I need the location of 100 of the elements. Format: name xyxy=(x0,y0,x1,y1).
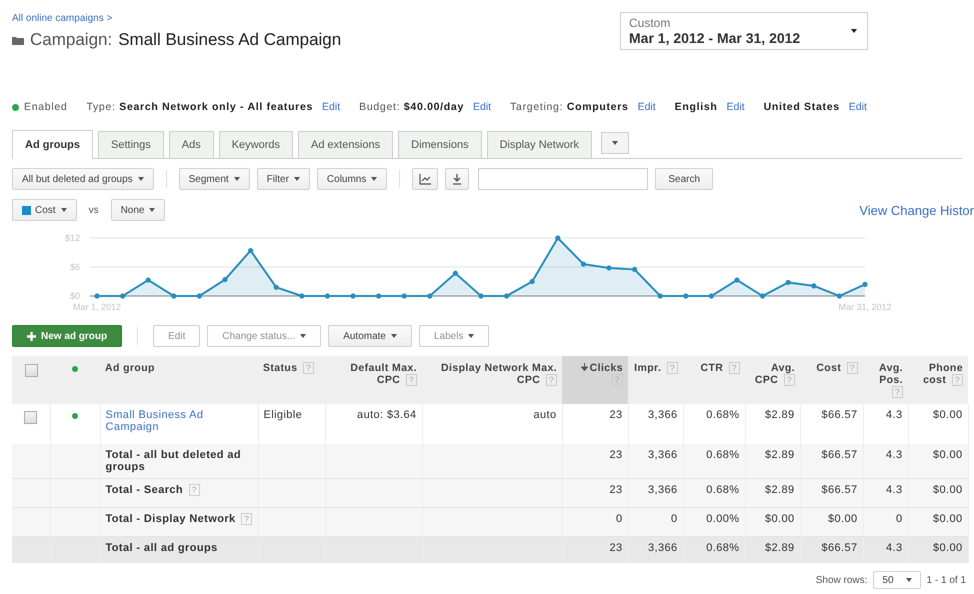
chart-point xyxy=(248,248,254,254)
breadcrumb-link[interactable]: All online campaigns > xyxy=(12,13,112,24)
chart-point xyxy=(632,266,638,272)
caret-icon xyxy=(906,578,912,582)
chart-point xyxy=(427,293,432,299)
table-cell: $66.57 xyxy=(800,478,863,508)
chart-point xyxy=(222,276,228,282)
metric-label: Cost xyxy=(35,204,56,216)
x-axis-label: Mar 31, 2012 xyxy=(838,302,892,312)
caret-icon xyxy=(851,29,857,33)
edit-link[interactable]: Edit xyxy=(638,101,656,113)
column-header[interactable]: Clicks ? xyxy=(562,356,628,404)
setting-text: English xyxy=(674,101,718,113)
table-cell: $0.00 xyxy=(800,508,863,536)
chart-toggle-button[interactable] xyxy=(412,168,438,190)
caret-icon xyxy=(612,141,618,145)
column-header[interactable]: Display Network Max. CPC ? xyxy=(422,356,562,404)
action-dropdown[interactable]: Automate xyxy=(328,325,412,347)
table-cell: 4.3 xyxy=(863,478,908,508)
filter-dropdown[interactable]: Filter xyxy=(256,168,310,190)
tab[interactable]: Ads xyxy=(168,131,214,158)
total-label: Total - all but deleted ad groups xyxy=(100,444,258,478)
caret-icon xyxy=(391,334,397,338)
filter-dropdown[interactable]: Segment xyxy=(178,168,250,190)
chart-point xyxy=(94,293,100,299)
download-button[interactable] xyxy=(445,168,470,190)
caret-icon xyxy=(149,208,156,212)
edit-link[interactable]: Edit xyxy=(322,101,340,113)
vs-label: vs xyxy=(88,204,99,216)
column-header[interactable]: Avg. Pos. ? xyxy=(863,356,908,404)
chart-point xyxy=(120,293,126,299)
tab[interactable]: Ad groups xyxy=(12,130,93,159)
column-header[interactable]: Ad group xyxy=(100,356,258,404)
chart-point xyxy=(196,293,202,299)
date-range-dropdown[interactable]: Custom Mar 1, 2012 - Mar 31, 2012 xyxy=(620,12,868,50)
checkbox[interactable] xyxy=(24,364,38,377)
filter-dropdown[interactable]: All but deleted ad groups xyxy=(12,168,154,190)
table-cell: auto xyxy=(422,404,562,444)
chart-point xyxy=(402,293,407,299)
setting-text: United States xyxy=(764,101,840,113)
table-cell: 23 xyxy=(562,536,628,563)
page-size-dropdown[interactable]: 50 xyxy=(873,571,921,589)
table-cell: 0 xyxy=(562,508,628,536)
column-header[interactable]: Avg. CPC ? xyxy=(745,356,800,404)
column-header[interactable]: Impr. ? xyxy=(628,356,683,404)
new-ad-group-button[interactable]: New ad group xyxy=(12,325,122,347)
table-cell: $2.89 xyxy=(745,536,800,563)
caret-icon xyxy=(138,177,144,181)
table-cell: 3,366 xyxy=(628,404,683,444)
column-header[interactable]: Status ? xyxy=(258,356,325,404)
tab[interactable]: Ad extensions xyxy=(298,131,394,158)
chart-point xyxy=(580,262,586,267)
caret-icon xyxy=(468,334,474,338)
search-button[interactable]: Search xyxy=(655,168,714,190)
table-cell: 0.68% xyxy=(683,404,745,444)
compare-dropdown[interactable]: None xyxy=(110,199,166,221)
search-field[interactable] xyxy=(478,168,648,190)
chart-point xyxy=(530,278,535,284)
show-rows-label: Show rows: xyxy=(816,574,868,586)
table-cell: 23 xyxy=(562,444,628,478)
chart-point xyxy=(708,293,714,299)
table-cell: 3,366 xyxy=(628,478,683,508)
edit-link[interactable]: Edit xyxy=(726,101,745,113)
page-range: 1 - 1 of 1 xyxy=(926,574,966,586)
column-header[interactable]: Phone cost ? xyxy=(908,356,968,404)
edit-link[interactable]: Edit xyxy=(848,101,867,113)
table-cell: $66.57 xyxy=(800,404,863,444)
chart-point xyxy=(658,293,663,299)
table-cell: auto: $3.64 xyxy=(325,404,422,444)
view-change-history-link[interactable]: View Change Histor xyxy=(859,202,974,218)
column-header[interactable]: Default Max. CPC ? xyxy=(325,356,422,404)
table-cell: 23 xyxy=(562,478,628,508)
metric-dropdown[interactable]: Cost xyxy=(12,199,77,221)
table-cell: 4.3 xyxy=(863,536,908,563)
status-label: Enabled xyxy=(24,101,68,113)
x-axis-label: Mar 1, 2012 xyxy=(72,302,122,312)
chart-point xyxy=(555,235,560,241)
setting-text: Type: Search Network only - All features xyxy=(86,101,314,113)
column-header[interactable]: CTR ? xyxy=(683,356,745,404)
checkbox[interactable] xyxy=(24,411,38,424)
ad-group-link[interactable]: Small Business Ad Campaign xyxy=(106,409,252,433)
sort-arrow-icon xyxy=(580,363,588,371)
table-cell: 0.68% xyxy=(683,478,745,508)
table-cell: 0 xyxy=(628,508,683,536)
download-icon xyxy=(452,174,462,184)
tab[interactable]: Settings xyxy=(98,131,164,158)
tab[interactable]: Dimensions xyxy=(398,131,482,158)
setting-text: Budget: $40.00/day xyxy=(359,101,464,113)
chart-point xyxy=(862,282,868,287)
table-cell: 0.00% xyxy=(683,508,745,536)
edit-link[interactable]: Edit xyxy=(473,101,492,113)
filter-dropdown[interactable]: Columns xyxy=(316,168,388,190)
column-header[interactable]: Cost ? xyxy=(800,356,863,404)
total-label: Total - all ad groups xyxy=(100,536,258,563)
more-tabs-button[interactable] xyxy=(601,132,630,154)
tab[interactable]: Keywords xyxy=(218,131,294,158)
tab[interactable]: Display Network xyxy=(486,131,592,158)
table-cell: 23 xyxy=(562,404,628,444)
y-axis-label: $6 xyxy=(70,262,80,272)
table-cell: $0.00 xyxy=(745,508,800,536)
